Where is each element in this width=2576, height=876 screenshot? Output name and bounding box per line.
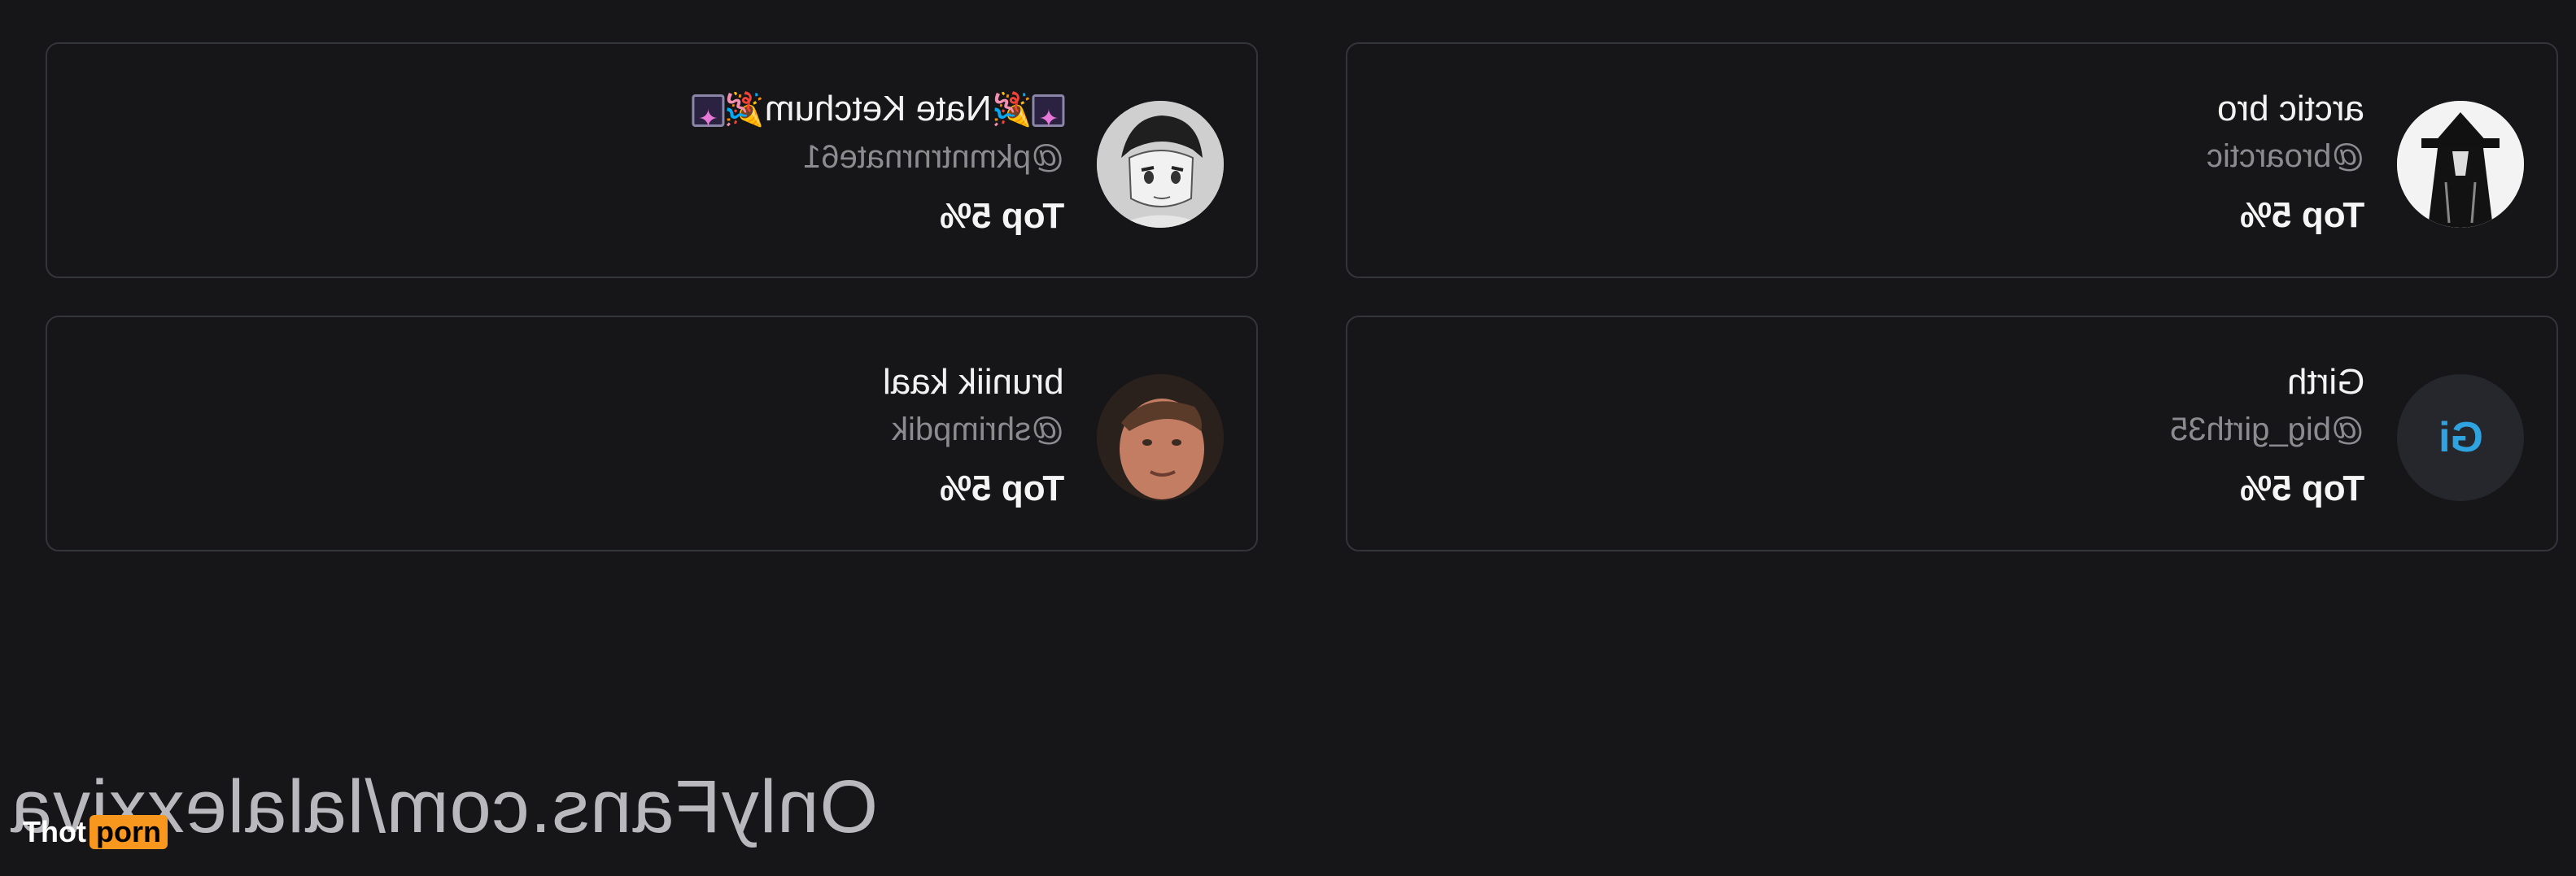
follower-card[interactable]: arctic bro @broarctic Top 5% <box>1346 42 2558 278</box>
avatar-initials[interactable]: Gi <box>2397 374 2524 501</box>
rank-badge: Top 5% <box>939 469 1064 508</box>
follower-handle: @broarctic <box>2207 138 2364 174</box>
site-badge: Thot porn <box>23 815 168 849</box>
badge-thot: Thot <box>23 815 86 848</box>
follower-name: Girth <box>2286 362 2364 402</box>
avatar[interactable] <box>1097 101 1224 228</box>
avatar[interactable] <box>1097 374 1224 501</box>
follower-card[interactable]: 🎉Nate Ketchum🎉 @pkmntrnrnate61 Top 5% <box>46 42 1258 278</box>
follower-name: bruniik kaal <box>883 362 1064 402</box>
follower-info: arctic bro @broarctic Top 5% <box>2207 85 2364 252</box>
party-popper-icon: 🎉 <box>991 92 1032 128</box>
fireworks-icon <box>1032 94 1064 128</box>
follower-info: Girth @big_girth35 Top 5% <box>2170 358 2364 525</box>
fireworks-icon <box>691 94 724 128</box>
follower-handle: @big_girth35 <box>2170 412 2364 447</box>
follower-info: 🎉Nate Ketchum🎉 @pkmntrnrnate61 Top 5% <box>691 85 1064 253</box>
follower-card[interactable]: Girth @big_girth35 Top 5% Gi <box>1346 316 2558 551</box>
follower-name: 🎉Nate Ketchum🎉 <box>691 85 1064 134</box>
rank-badge: Top 5% <box>2239 195 2364 235</box>
follower-info: bruniik kaal @shrimpdik Top 5% <box>883 358 1064 525</box>
party-popper-icon: 🎉 <box>723 92 765 128</box>
follower-handle: @pkmntrnrnate61 <box>803 139 1064 175</box>
rank-badge: Top 5% <box>939 196 1064 236</box>
follower-name: arctic bro <box>2217 89 2364 129</box>
follower-handle: @shrimpdik <box>892 412 1064 447</box>
rank-badge: Top 5% <box>2239 469 2364 508</box>
avatar[interactable] <box>2397 101 2524 228</box>
follower-card[interactable]: bruniik kaal @shrimpdik Top 5% <box>46 316 1258 551</box>
badge-porn: porn <box>89 815 168 849</box>
